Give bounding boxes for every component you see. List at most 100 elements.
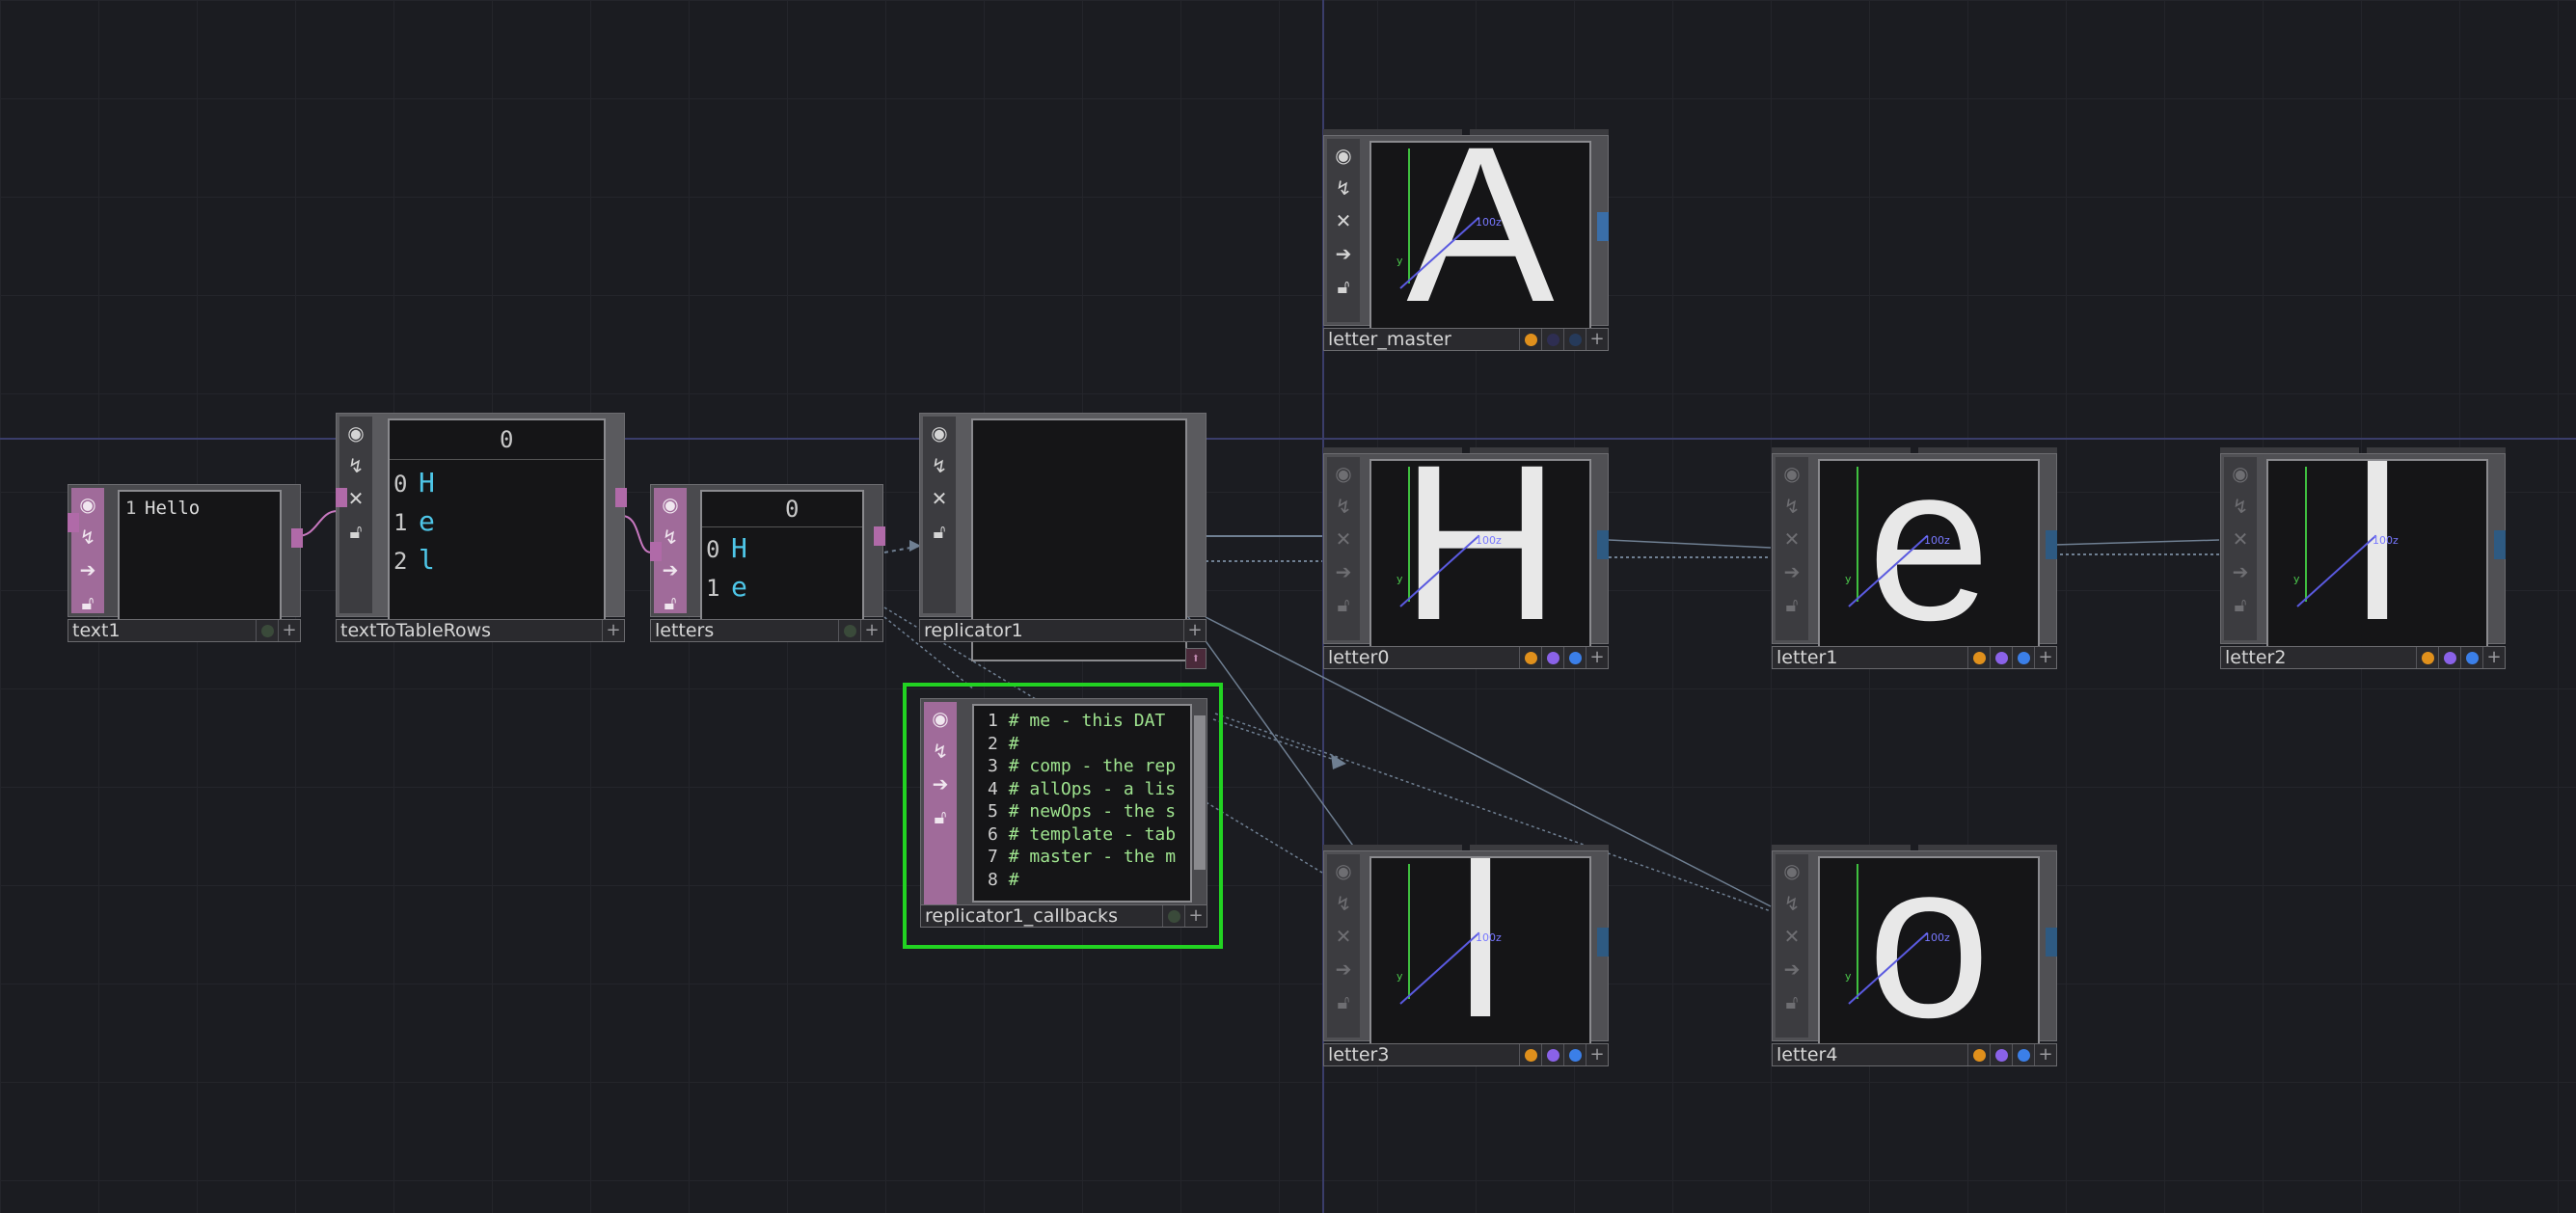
- status-dot-orange[interactable]: [1519, 329, 1541, 350]
- status-dot-orange[interactable]: [1519, 647, 1541, 668]
- geometry-viewer[interactable]: l 100z y: [2266, 459, 2488, 665]
- output-connector[interactable]: [615, 488, 627, 507]
- cook-icon[interactable]: ➔: [924, 768, 957, 800]
- node-letter0[interactable]: ◉ ↯ ✕ ➔ 🔓︎ H 100z y letter0 +: [1323, 447, 1609, 671]
- lock-icon[interactable]: 🔓︎: [923, 515, 956, 548]
- status-dot-purple[interactable]: [1541, 647, 1563, 668]
- plus-icon[interactable]: +: [1586, 647, 1608, 668]
- plus-icon[interactable]: +: [1586, 1044, 1608, 1065]
- lock-icon[interactable]: 🔓︎: [1776, 588, 1808, 621]
- node-label[interactable]: letters: [655, 620, 714, 641]
- output-connector[interactable]: [874, 526, 885, 546]
- lock-icon[interactable]: 🔓︎: [1776, 985, 1808, 1018]
- cook-icon[interactable]: ➔: [2224, 555, 2257, 588]
- close-icon[interactable]: ✕: [1327, 920, 1360, 953]
- status-dot[interactable]: [256, 620, 278, 641]
- node-letter1[interactable]: ◉ ↯ ✕ ➔ 🔓︎ e 100z y letter1 +: [1772, 447, 2057, 671]
- cook-icon[interactable]: ➔: [1776, 555, 1808, 588]
- plus-icon[interactable]: +: [2034, 647, 2056, 668]
- node-textToTableRows[interactable]: ◉ ↯ ✕ 🔓︎ 0 0 H 1 e 2 l textToTableRows +: [336, 413, 627, 646]
- output-connector[interactable]: [2494, 530, 2506, 559]
- output-connector[interactable]: [2046, 928, 2057, 957]
- status-dot-purple[interactable]: [1541, 1044, 1563, 1065]
- viewer-icon[interactable]: ◉: [923, 417, 956, 449]
- viewer-icon[interactable]: ◉: [339, 417, 372, 449]
- node-letter2[interactable]: ◉ ↯ ✕ ➔ 🔓︎ l 100z y letter2 +: [2220, 447, 2506, 671]
- close-icon[interactable]: ✕: [1327, 204, 1360, 237]
- status-dot-orange[interactable]: [1967, 1044, 1990, 1065]
- viewer-icon[interactable]: ◉: [1327, 854, 1360, 887]
- code-viewer[interactable]: 1 # me - this DAT 2 #3 # comp - the rep 4 …: [972, 704, 1192, 903]
- node-label[interactable]: letter4: [1776, 1044, 1837, 1065]
- bypass-icon[interactable]: ↯: [1327, 887, 1360, 920]
- cook-icon[interactable]: ➔: [1327, 555, 1360, 588]
- lock-icon[interactable]: 🔓︎: [339, 515, 372, 548]
- status-dot-orange[interactable]: [2416, 647, 2438, 668]
- status-dot-purple[interactable]: [1990, 647, 2012, 668]
- lock-icon[interactable]: 🔓︎: [924, 800, 957, 833]
- node-replicator1[interactable]: ◉ ↯ ✕ 🔓︎ replicator1 + ⬆: [919, 413, 1207, 673]
- output-connector[interactable]: [291, 528, 303, 548]
- table-viewer[interactable]: 0 0 H 1 e 2 l: [388, 418, 606, 640]
- plus-icon[interactable]: +: [1184, 905, 1207, 927]
- node-letters[interactable]: ◉ ↯ ➔ 🔓︎ 0 0 H 1 e letters +: [650, 484, 885, 646]
- bypass-icon[interactable]: ↯: [1776, 887, 1808, 920]
- plus-icon[interactable]: +: [2482, 647, 2505, 668]
- node-label[interactable]: replicator1: [924, 620, 1023, 641]
- output-connector[interactable]: [1597, 212, 1609, 241]
- lock-icon[interactable]: 🔓︎: [654, 586, 687, 619]
- geometry-viewer[interactable]: l 100z y: [1369, 856, 1591, 1063]
- node-label[interactable]: letter_master: [1328, 329, 1451, 350]
- code-scrollbar[interactable]: [1194, 715, 1206, 870]
- status-dot-blue[interactable]: [2460, 647, 2482, 668]
- cook-icon[interactable]: ➔: [1327, 953, 1360, 985]
- node-label[interactable]: textToTableRows: [340, 620, 491, 641]
- output-connector[interactable]: [2046, 530, 2057, 559]
- close-icon[interactable]: ✕: [1776, 920, 1808, 953]
- viewer-icon[interactable]: ◉: [924, 702, 957, 735]
- bypass-icon[interactable]: ↯: [1327, 172, 1360, 204]
- output-connector[interactable]: [1597, 530, 1609, 559]
- plus-icon[interactable]: +: [1586, 329, 1608, 350]
- lock-icon[interactable]: 🔓︎: [2224, 588, 2257, 621]
- plus-icon[interactable]: +: [278, 620, 300, 641]
- node-label[interactable]: replicator1_callbacks: [925, 905, 1118, 927]
- status-dot[interactable]: [838, 620, 860, 641]
- cook-icon[interactable]: ➔: [71, 553, 104, 586]
- node-letter3[interactable]: ◉ ↯ ✕ ➔ 🔓︎ l 100z y letter3 +: [1323, 845, 1609, 1068]
- callback-dock-icon[interactable]: ⬆: [1185, 648, 1207, 669]
- close-icon[interactable]: ✕: [1327, 523, 1360, 555]
- bypass-icon[interactable]: ↯: [1776, 490, 1808, 523]
- node-label[interactable]: letter1: [1776, 647, 1837, 668]
- lock-icon[interactable]: 🔓︎: [71, 586, 104, 619]
- node-label[interactable]: letter2: [2225, 647, 2286, 668]
- output-connector[interactable]: [1597, 928, 1609, 957]
- network-editor-canvas[interactable]: ◉ ↯ ➔ 🔓︎ 1 Hello text1 + ◉ ↯ ✕ 🔓︎ 0 0 H …: [0, 0, 2576, 1213]
- plus-icon[interactable]: +: [860, 620, 882, 641]
- viewer-icon[interactable]: ◉: [2224, 457, 2257, 490]
- status-dot-purple[interactable]: [1990, 1044, 2012, 1065]
- viewer-icon[interactable]: ◉: [1776, 457, 1808, 490]
- input-connector[interactable]: [650, 542, 662, 561]
- node-label[interactable]: letter0: [1328, 647, 1389, 668]
- status-dot-blue[interactable]: [1563, 647, 1586, 668]
- lock-icon[interactable]: 🔓︎: [1327, 985, 1360, 1018]
- geometry-viewer[interactable]: o 100z y: [1818, 856, 2040, 1063]
- status-dot-blue[interactable]: [2012, 647, 2034, 668]
- node-replicator1-callbacks[interactable]: ◉ ↯ ➔ 🔓︎ 1 # me - this DAT 2 #3 # comp - …: [903, 683, 1223, 949]
- status-dot-purple[interactable]: [2438, 647, 2460, 668]
- cook-icon[interactable]: ➔: [1327, 237, 1360, 270]
- viewer-icon[interactable]: ◉: [1776, 854, 1808, 887]
- bypass-icon[interactable]: ↯: [1327, 490, 1360, 523]
- input-connector[interactable]: [68, 513, 79, 532]
- plus-icon[interactable]: +: [2034, 1044, 2056, 1065]
- bypass-icon[interactable]: ↯: [339, 449, 372, 482]
- cook-icon[interactable]: ➔: [1776, 953, 1808, 985]
- input-connector[interactable]: [336, 488, 347, 507]
- status-dot-blue[interactable]: [1563, 329, 1586, 350]
- geometry-viewer[interactable]: A 100z y: [1369, 141, 1591, 347]
- table-viewer[interactable]: 0 0 H 1 e: [700, 490, 864, 640]
- node-letter-master[interactable]: ◉ ↯ ✕ ➔ 🔓︎ A 100z y letter_master +: [1323, 129, 1609, 353]
- status-dot-blue[interactable]: [1563, 1044, 1586, 1065]
- bypass-icon[interactable]: ↯: [2224, 490, 2257, 523]
